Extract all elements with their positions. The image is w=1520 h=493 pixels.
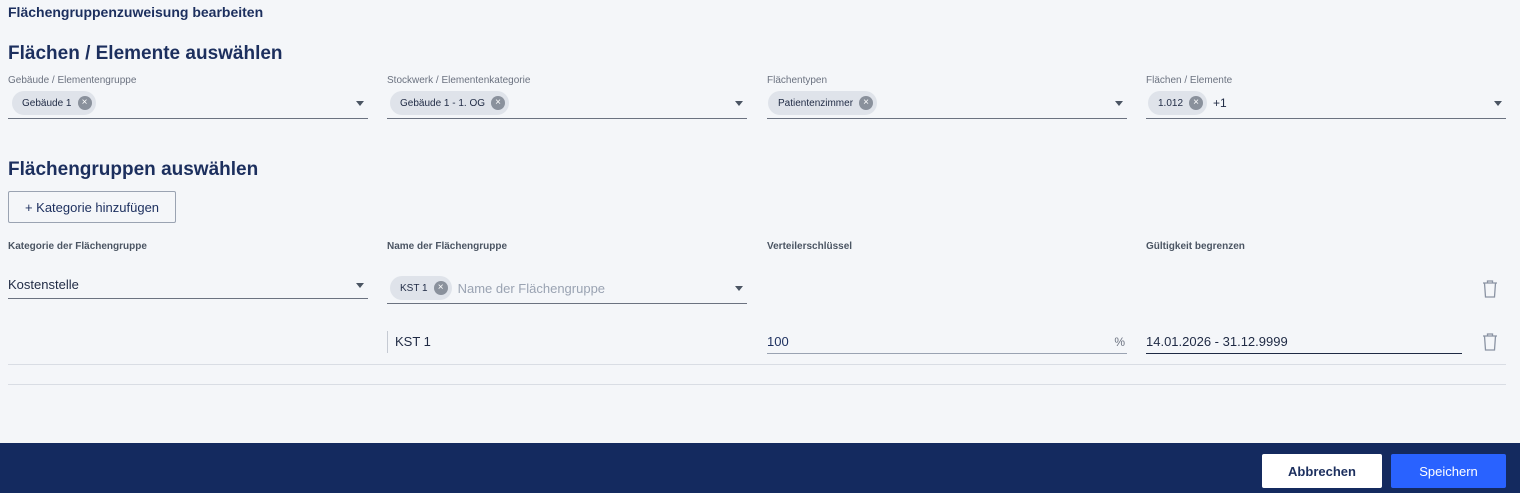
building-select[interactable]: Gebäude 1 ×: [8, 88, 368, 119]
chevron-down-icon[interactable]: [735, 286, 743, 291]
col-header-validity: Gültigkeit begrenzen: [1146, 241, 1245, 252]
row-divider: [8, 364, 1506, 365]
floor-chip: Gebäude 1 - 1. OG ×: [390, 91, 510, 115]
col-header-category: Kategorie der Flächengruppe: [8, 241, 147, 252]
chevron-down-icon[interactable]: [1494, 101, 1502, 106]
section-title-flaechen: Flächen / Elemente auswählen: [8, 43, 283, 64]
elements-select[interactable]: 1.012 × +1: [1146, 88, 1506, 119]
trash-icon[interactable]: [1481, 279, 1499, 299]
distribution-key-value: 100: [767, 334, 789, 349]
building-field[interactable]: Gebäude / Elementengruppe Gebäude 1 ×: [8, 74, 368, 119]
category-select[interactable]: Kostenstelle: [8, 271, 368, 299]
building-label: Gebäude / Elementengruppe: [8, 75, 137, 86]
section-divider: [8, 384, 1506, 385]
group-name-chip-label: KST 1: [400, 282, 428, 294]
footer-bar: Abbrechen Speichern: [0, 443, 1520, 493]
more-count: +1: [1213, 96, 1227, 110]
close-icon[interactable]: ×: [1189, 96, 1204, 110]
area-type-chip: Patientenzimmer ×: [768, 91, 878, 115]
category-value: Kostenstelle: [8, 277, 79, 292]
floor-chip-label: Gebäude 1 - 1. OG: [400, 97, 486, 109]
elements-chip: 1.012 ×: [1148, 91, 1208, 115]
add-category-button[interactable]: + Kategorie hinzufügen: [8, 191, 176, 223]
area-type-chip-label: Patientenzimmer: [778, 97, 854, 109]
chevron-down-icon[interactable]: [1115, 101, 1123, 106]
elements-field[interactable]: Flächen / Elemente 1.012 × +1: [1146, 74, 1506, 119]
group-name-chip: KST 1 ×: [390, 276, 452, 300]
col-header-key: Verteilerschlüssel: [767, 241, 853, 252]
close-icon[interactable]: ×: [859, 96, 874, 110]
elements-label: Flächen / Elemente: [1146, 75, 1233, 86]
building-chip: Gebäude 1 ×: [12, 91, 96, 115]
percent-unit: %: [1114, 334, 1125, 349]
validity-input[interactable]: 14.01.2026 - 31.12.9999: [1146, 330, 1462, 354]
close-icon[interactable]: ×: [77, 96, 92, 110]
section-title-gruppen: Flächengruppen auswählen: [8, 159, 259, 180]
area-type-select[interactable]: Patientenzimmer ×: [767, 88, 1127, 119]
trash-icon[interactable]: [1481, 332, 1499, 352]
save-button[interactable]: Speichern: [1391, 454, 1506, 488]
area-type-label: Flächentypen: [767, 75, 828, 86]
close-icon[interactable]: ×: [491, 96, 506, 110]
building-chip-label: Gebäude 1: [22, 97, 72, 109]
close-icon[interactable]: ×: [433, 281, 448, 295]
group-name-text: KST 1: [395, 334, 431, 349]
floor-label: Stockwerk / Elementenkategorie: [387, 75, 531, 86]
cancel-button[interactable]: Abbrechen: [1262, 454, 1382, 488]
floor-field[interactable]: Stockwerk / Elementenkategorie Gebäude 1…: [387, 74, 747, 119]
chevron-down-icon[interactable]: [735, 101, 743, 106]
distribution-key-input[interactable]: 100 %: [767, 330, 1127, 354]
page-title: Flächengruppenzuweisung bearbeiten: [8, 4, 264, 20]
group-name-placeholder: Name der Flächengruppe: [457, 280, 606, 296]
area-type-field[interactable]: Flächentypen Patientenzimmer ×: [767, 74, 1127, 119]
chevron-down-icon[interactable]: [356, 101, 364, 106]
row-indent-line: [387, 331, 388, 353]
group-name-select[interactable]: KST 1 × Name der Flächengruppe: [387, 273, 747, 304]
col-header-name: Name der Flächengruppe: [387, 241, 508, 252]
elements-chip-label: 1.012: [1158, 97, 1184, 109]
validity-value: 14.01.2026 - 31.12.9999: [1146, 334, 1288, 349]
floor-select[interactable]: Gebäude 1 - 1. OG ×: [387, 88, 747, 119]
chevron-down-icon[interactable]: [356, 283, 364, 288]
